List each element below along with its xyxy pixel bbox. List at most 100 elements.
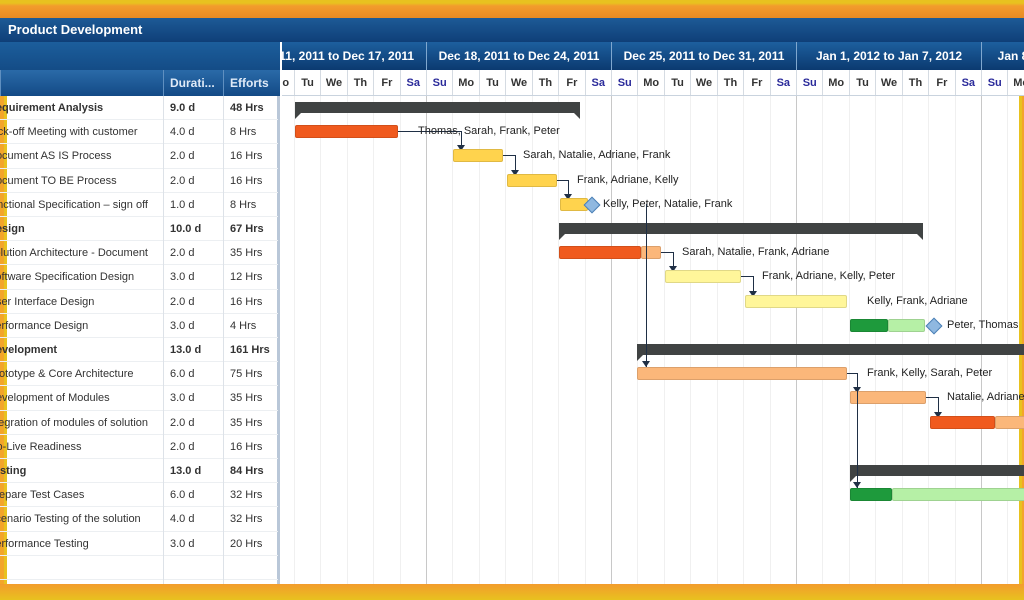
- task-name: Testing: [0, 465, 27, 477]
- gridline: [478, 96, 480, 584]
- day-label: Tu: [293, 70, 320, 95]
- gridline: [293, 96, 295, 584]
- task-row[interactable]: Functional Specification – sign off 1.0 d…: [0, 193, 278, 217]
- task-bar[interactable]: [559, 246, 641, 260]
- task-bar[interactable]: [641, 246, 661, 260]
- task-duration: 3.0 d: [170, 537, 195, 550]
- task-bar[interactable]: [507, 173, 557, 187]
- task-duration: 2.0 d: [170, 174, 195, 187]
- task-bar[interactable]: [453, 149, 503, 163]
- summary-task-row[interactable]: Design 10.0 d 67 Hrs: [0, 217, 278, 242]
- task-row[interactable]: Performance Design 3.0 d 4 Hrs: [0, 314, 278, 338]
- task-row[interactable]: Scenario Testing of the solution 4.0 d 32 …: [0, 507, 278, 532]
- dependency-line: [661, 252, 673, 254]
- task-row[interactable]: Prototype & Core Architecture 6.0 d 75 Hrs: [0, 362, 278, 387]
- task-row[interactable]: Solution Architecture - Document 2.0 d 35 …: [0, 241, 278, 266]
- task-row[interactable]: Software Specification Design 3.0 d 12 Hrs: [0, 265, 278, 290]
- gridline: [663, 96, 665, 584]
- task-efforts: 161 Hrs: [230, 344, 270, 356]
- resource-label: Kelly, Peter, Natalie, Frank: [603, 197, 733, 210]
- task-row[interactable]: Document TO BE Process 2.0 d 16 Hrs: [0, 169, 278, 193]
- task-row[interactable]: Development of Modules 3.0 d 35 Hrs: [0, 386, 278, 411]
- summary-bar[interactable]: [295, 102, 580, 119]
- task-duration: 13.0 d: [170, 344, 202, 356]
- task-duration: 2.0 d: [170, 440, 195, 453]
- gridline: [1007, 96, 1009, 584]
- task-name: Development: [0, 344, 58, 356]
- task-row[interactable]: Performance Testing 3.0 d 20 Hrs: [0, 532, 278, 556]
- day-label: Fr: [558, 70, 584, 95]
- summary-bar[interactable]: [559, 223, 923, 240]
- task-bar[interactable]: [745, 294, 847, 308]
- task-row[interactable]: Go-Live Readiness 2.0 d 16 Hrs: [0, 435, 278, 459]
- day-label: Tu: [478, 70, 505, 95]
- task-name: Requirement Analysis: [0, 102, 104, 114]
- day-label: We: [690, 70, 716, 95]
- task-row[interactable]: Kick-off Meeting with customer 4.0 d 8 Hrs: [0, 120, 278, 145]
- task-bar[interactable]: [295, 125, 398, 139]
- task-efforts: 35 Hrs: [230, 416, 263, 429]
- week-label: Jan 8, 2012 to Jan 14, 2012: [981, 42, 1024, 70]
- day-label: We: [320, 70, 346, 95]
- column-header-duration[interactable]: Durati...: [163, 70, 223, 96]
- task-bar[interactable]: [637, 367, 847, 381]
- task-efforts: 75 Hrs: [230, 368, 263, 381]
- gridline: [743, 96, 745, 584]
- day-label: Mo: [1007, 70, 1024, 95]
- day-label: Th: [531, 70, 558, 95]
- task-row[interactable]: User Interface Design 2.0 d 16 Hrs: [0, 290, 278, 314]
- gridline: [505, 96, 507, 584]
- gridline: [822, 96, 824, 584]
- summary-task-row[interactable]: Testing 13.0 d 84 Hrs: [0, 459, 278, 484]
- day-label: Fr: [928, 70, 954, 95]
- task-duration: 13.0 d: [170, 465, 202, 477]
- task-row[interactable]: Integration of modules of solution 2.0 d 3…: [0, 411, 278, 435]
- task-row[interactable]: Document AS IS Process 2.0 d 16 Hrs: [0, 144, 278, 169]
- task-efforts: 35 Hrs: [230, 392, 263, 405]
- day-label: We: [875, 70, 901, 95]
- task-name: Performance Testing: [0, 537, 89, 550]
- column-header-task[interactable]: [0, 70, 163, 96]
- task-efforts: 12 Hrs: [230, 271, 263, 284]
- task-name: Performance Design: [0, 319, 89, 332]
- task-efforts: 48 Hrs: [230, 102, 264, 114]
- task-duration: 3.0 d: [170, 271, 195, 284]
- week-label: Dec 11, 2011 to Dec 17, 2011: [282, 42, 426, 70]
- summary-bar[interactable]: [637, 344, 1024, 361]
- task-bar[interactable]: [930, 415, 995, 429]
- summary-task-row[interactable]: Requirement Analysis 9.0 d 48 Hrs: [0, 96, 278, 121]
- summary-bar[interactable]: [850, 465, 1024, 482]
- resource-label: Frank, Adriane, Kelly: [577, 173, 679, 186]
- task-bar[interactable]: [995, 415, 1024, 429]
- timeline-day-header: SuMoTuWeThFrSaSuMoTuWeThFrSaSuMoTuWeThFr…: [282, 70, 1024, 96]
- gridline: [769, 96, 771, 584]
- task-bar[interactable]: [850, 488, 892, 502]
- task-bar[interactable]: [850, 318, 888, 332]
- task-efforts: 4 Hrs: [230, 319, 257, 332]
- task-bar[interactable]: [892, 488, 1024, 502]
- summary-task-row[interactable]: Development 13.0 d 161 Hrs: [0, 338, 278, 363]
- task-row[interactable]: Prepare Test Cases 6.0 d 32 Hrs: [0, 483, 278, 508]
- day-label: Su: [426, 70, 452, 95]
- task-name: Kick-off Meeting with customer: [0, 126, 138, 139]
- gridline: [796, 96, 798, 584]
- top-border: [0, 0, 1024, 18]
- gridline: [901, 96, 903, 584]
- task-bar[interactable]: [888, 318, 925, 332]
- gridline: [611, 96, 613, 584]
- resource-label: Frank, Kelly, Sarah, Peter: [867, 367, 993, 380]
- task-bar[interactable]: [850, 391, 926, 405]
- task-bar[interactable]: [665, 270, 741, 284]
- dependency-line: [741, 276, 753, 278]
- column-header-efforts[interactable]: Efforts: [223, 70, 280, 96]
- day-label: Mo: [822, 70, 848, 95]
- day-label: Mo: [452, 70, 478, 95]
- resource-label: Sarah, Natalie, Frank, Adriane: [682, 246, 830, 259]
- task-duration: 2.0 d: [170, 150, 195, 163]
- gridline: [426, 96, 427, 584]
- day-label: Fr: [743, 70, 769, 95]
- task-name: Design: [0, 223, 25, 235]
- gridline: [875, 96, 877, 584]
- week-label: Jan 1, 2012 to Jan 7, 2012: [796, 42, 981, 70]
- gridline: [637, 96, 639, 584]
